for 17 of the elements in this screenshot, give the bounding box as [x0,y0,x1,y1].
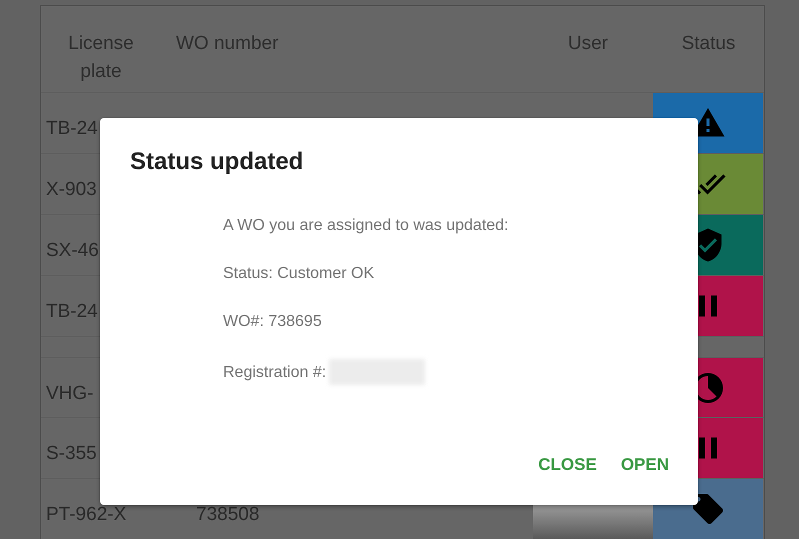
table-cell-text: VHG- [45,382,94,406]
message-text: A WO you are assigned to was updated: [223,216,508,236]
column-header: License plate [67,32,135,84]
message-text: Registration #: [223,362,326,382]
table-cell-text: SX-46 [45,239,100,263]
message-text: Status: Customer OK [223,264,374,284]
tag-icon [690,491,726,527]
message-text: WO#: 738695 [223,312,322,332]
column-header: Status [682,32,736,56]
table-cell-text: TB-24 [45,117,99,141]
table-cell-text: TB-24 [45,300,99,324]
table-cell: 738508 [196,504,260,526]
table-cell-text: S-355 [45,442,98,466]
column-header: User [568,32,609,56]
table-cell-text: PT-962-X [45,503,128,527]
column-header: WO number [175,32,280,56]
dialog-title: Status updated [130,147,304,177]
